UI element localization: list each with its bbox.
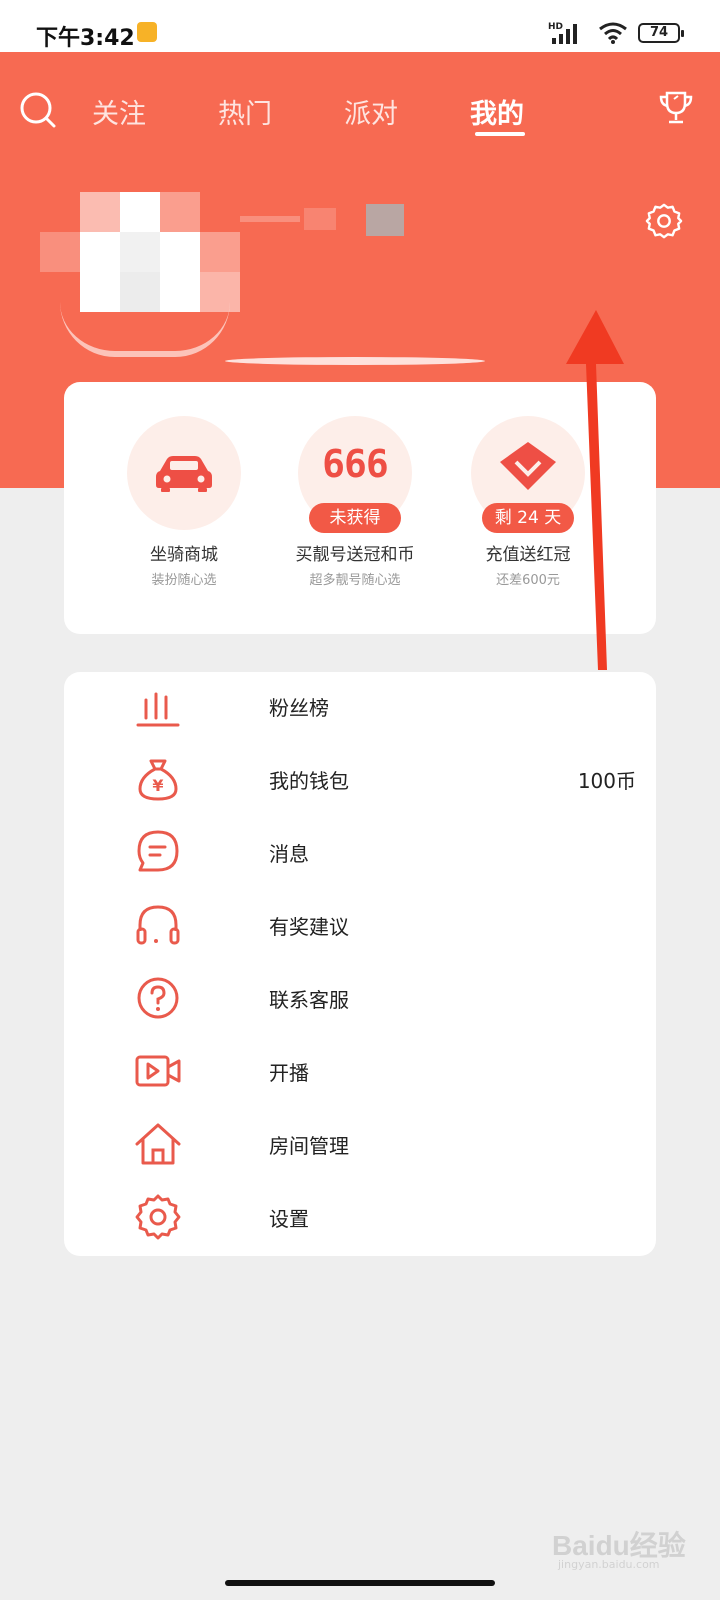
message-icon bbox=[137, 830, 179, 872]
menu-item-messages[interactable]: 消息 bbox=[64, 818, 656, 891]
tab-party[interactable]: 派对 bbox=[344, 92, 398, 131]
menu-item-room-management[interactable]: 房间管理 bbox=[64, 1110, 656, 1183]
search-icon[interactable] bbox=[18, 90, 58, 130]
annotation-arrow bbox=[566, 310, 624, 670]
ranking-icon bbox=[136, 692, 180, 727]
shortcut-title: 坐骑商城 bbox=[150, 545, 218, 565]
menu-item-fan-ranking[interactable]: 粉丝榜 bbox=[64, 672, 656, 745]
network-label: HD bbox=[548, 22, 563, 32]
666-icon: 666 bbox=[322, 442, 389, 486]
watermark: Baidu经验 jingyan.baidu.com bbox=[552, 1518, 720, 1571]
home-icon bbox=[135, 1123, 181, 1165]
home-indicator[interactable] bbox=[225, 1580, 495, 1586]
headset-icon bbox=[136, 905, 180, 945]
menu-item-wallet[interactable]: ¥ 我的钱包 100币 bbox=[64, 745, 656, 818]
menu-label: 粉丝榜 bbox=[269, 696, 329, 720]
avatar[interactable] bbox=[40, 192, 250, 362]
money-bag-icon: ¥ bbox=[138, 759, 178, 801]
wifi-icon bbox=[599, 22, 627, 44]
gear-icon bbox=[135, 1194, 181, 1240]
menu-label: 我的钱包 bbox=[269, 769, 349, 793]
menu-label: 设置 bbox=[269, 1207, 309, 1231]
diamond-icon bbox=[500, 442, 556, 490]
menu-list: 粉丝榜 ¥ 我的钱包 100币 消息 有奖建议 联系客服 开播 房间管理 设置 bbox=[64, 672, 656, 1256]
svg-text:¥: ¥ bbox=[152, 776, 163, 795]
gear-icon[interactable] bbox=[645, 202, 683, 240]
status-badge: 未获得 bbox=[309, 503, 401, 533]
shortcut-title: 买靓号送冠和币 bbox=[295, 545, 415, 565]
menu-item-customer-service[interactable]: 联系客服 bbox=[64, 964, 656, 1037]
avatar-frame-glow bbox=[225, 357, 485, 365]
car-icon bbox=[156, 456, 212, 492]
username-blurred bbox=[240, 204, 412, 236]
trophy-icon[interactable] bbox=[656, 88, 696, 128]
wallet-balance: 100币 bbox=[577, 769, 636, 793]
menu-item-go-live[interactable]: 开播 bbox=[64, 1037, 656, 1110]
menu-label: 联系客服 bbox=[269, 988, 349, 1012]
menu-label: 有奖建议 bbox=[269, 915, 349, 939]
video-icon bbox=[135, 1055, 181, 1087]
menu-label: 房间管理 bbox=[269, 1134, 349, 1158]
shortcut-subtitle: 装扮随心选 bbox=[151, 573, 217, 588]
shortcut-mount-shop[interactable]: 坐骑商城 装扮随心选 bbox=[109, 416, 259, 588]
tab-mine[interactable]: 我的 bbox=[470, 92, 524, 131]
menu-item-suggestions[interactable]: 有奖建议 bbox=[64, 891, 656, 964]
shortcut-icon-bg bbox=[127, 416, 241, 530]
tab-hot[interactable]: 热门 bbox=[218, 92, 272, 131]
tab-follow[interactable]: 关注 bbox=[92, 92, 146, 131]
app-notification-icon bbox=[137, 22, 157, 42]
shortcut-subtitle: 超多靓号随心选 bbox=[309, 573, 401, 588]
menu-label: 开播 bbox=[269, 1061, 309, 1085]
shortcut-icon-bg: 666 未获得 bbox=[298, 416, 412, 533]
menu-label: 消息 bbox=[269, 842, 309, 866]
watermark-url: jingyan.baidu.com bbox=[558, 1558, 660, 1571]
menu-item-settings[interactable]: 设置 bbox=[64, 1183, 656, 1256]
status-time: 下午3:42 bbox=[36, 26, 135, 51]
shortcut-pretty-number[interactable]: 666 未获得 买靓号送冠和币 超多靓号随心选 bbox=[280, 416, 430, 588]
signal-icon: HD bbox=[548, 22, 577, 44]
help-icon bbox=[137, 977, 179, 1019]
status-bar: 下午3:42 HD 74 bbox=[0, 0, 720, 52]
battery-indicator: 74 bbox=[638, 23, 684, 43]
status-indicators: HD 74 bbox=[548, 20, 684, 46]
active-tab-indicator bbox=[475, 132, 525, 136]
